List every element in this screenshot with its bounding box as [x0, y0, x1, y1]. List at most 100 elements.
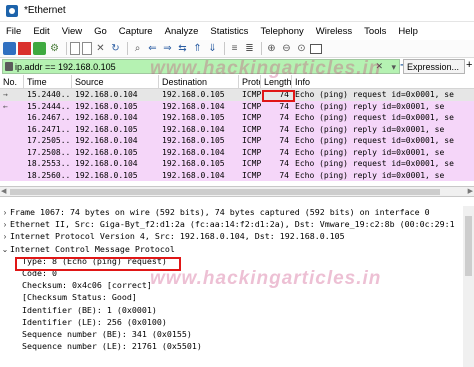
menu-help[interactable]: Help: [392, 26, 424, 37]
cell-protocol: ICMP: [242, 159, 261, 169]
go-back-icon[interactable]: ⇐: [146, 42, 159, 55]
column-header-no[interactable]: No.: [0, 75, 24, 89]
detail-icmp-seq-le[interactable]: Sequence number (LE): 21761 (0x5501): [0, 340, 474, 352]
details-vertical-scrollbar[interactable]: [463, 206, 474, 367]
cell-info: Echo (ping) request id=0x0001, se: [295, 113, 454, 123]
cell-length: 74: [279, 147, 289, 157]
normal-size-icon[interactable]: ⊙: [295, 42, 308, 55]
packet-row[interactable]: 18.2553... 192.168.0.104 192.168.0.105 I…: [0, 158, 474, 170]
bookmark-icon[interactable]: [5, 62, 13, 71]
packet-row[interactable]: → 15.2440... 192.168.0.104 192.168.0.105…: [0, 89, 474, 101]
cell-source: 192.168.0.105: [75, 170, 138, 180]
cell-destination: 192.168.0.104: [162, 147, 225, 157]
cell-protocol: ICMP: [242, 147, 261, 157]
column-header-source[interactable]: Source: [72, 75, 159, 89]
cell-protocol: ICMP: [242, 136, 261, 146]
scroll-thumb[interactable]: [10, 189, 440, 195]
detail-icmp-seq-be[interactable]: Sequence number (BE): 341 (0x0155): [0, 328, 474, 340]
menu-statistics[interactable]: Statistics: [204, 26, 254, 37]
scroll-right-icon[interactable]: ▶: [468, 187, 473, 195]
packet-row[interactable]: 16.2467... 192.168.0.104 192.168.0.105 I…: [0, 112, 474, 124]
resize-columns-icon[interactable]: [310, 43, 322, 54]
cell-destination: 192.168.0.105: [162, 159, 225, 169]
watermark: www.hackingarticles.in: [150, 58, 382, 79]
cell-length: 74: [279, 159, 289, 169]
close-file-icon[interactable]: ✕: [94, 42, 107, 55]
expand-arrow-icon[interactable]: ›: [0, 231, 10, 243]
toolbar-separator: [224, 42, 225, 55]
cell-source: 192.168.0.105: [75, 147, 138, 157]
detail-ipv4[interactable]: › Internet Protocol Version 4, Src: 192.1…: [0, 230, 474, 242]
filter-text[interactable]: ip.addr == 192.168.0.105: [15, 62, 116, 72]
watermark: www.hackingarticles.in: [150, 268, 382, 289]
go-forward-icon[interactable]: ⇒: [161, 42, 174, 55]
save-file-icon[interactable]: [82, 42, 92, 55]
expression-button[interactable]: Expression...: [403, 59, 465, 74]
detail-icmp-identifier-le[interactable]: Identifier (LE): 256 (0x0100): [0, 316, 474, 328]
detail-icmp-identifier-be[interactable]: Identifier (BE): 1 (0x0001): [0, 304, 474, 316]
window-title: *Ethernet: [24, 5, 66, 16]
cell-length: 74: [279, 170, 289, 180]
cell-protocol: ICMP: [242, 113, 261, 123]
packet-list-horizontal-scrollbar[interactable]: ◀ ▶: [0, 187, 474, 197]
zoom-in-icon[interactable]: ⊕: [265, 42, 278, 55]
cell-source: 192.168.0.104: [75, 136, 138, 146]
restart-capture-icon[interactable]: [33, 42, 46, 55]
detail-frame[interactable]: › Frame 1067: 74 bytes on wire (592 bits)…: [0, 206, 474, 218]
cell-destination: 192.168.0.105: [162, 113, 225, 123]
detail-icmp-checksum-status[interactable]: [Checksum Status: Good]: [0, 291, 474, 303]
toolbar-separator: [127, 42, 128, 55]
menu-file[interactable]: File: [0, 26, 27, 37]
detail-text: Frame 1067: 74 bytes on wire (592 bits),…: [10, 207, 430, 217]
menu-go[interactable]: Go: [88, 26, 113, 37]
first-packet-icon[interactable]: ⇑: [191, 42, 204, 55]
autoscroll-icon[interactable]: ≡: [228, 42, 241, 55]
add-filter-button[interactable]: +: [466, 59, 472, 71]
packet-list: No. Time Source Destination Proto Length…: [0, 75, 474, 187]
cell-protocol: ICMP: [242, 124, 261, 134]
go-to-packet-icon[interactable]: ⇆: [176, 42, 189, 55]
cell-time: 18.2560...: [27, 170, 72, 180]
packet-row[interactable]: ← 15.2444... 192.168.0.105 192.168.0.104…: [0, 100, 474, 112]
open-file-icon[interactable]: [70, 42, 80, 55]
cell-time: 16.2471...: [27, 124, 72, 134]
menu-edit[interactable]: Edit: [27, 26, 55, 37]
cell-source: 192.168.0.104: [75, 159, 138, 169]
cell-info: Echo (ping) reply id=0x0001, se: [295, 170, 445, 180]
menu-analyze[interactable]: Analyze: [159, 26, 205, 37]
start-capture-icon[interactable]: [3, 42, 16, 55]
last-packet-icon[interactable]: ⇓: [206, 42, 219, 55]
cell-source: 192.168.0.105: [75, 124, 138, 134]
detail-text: Internet Control Message Protocol: [10, 243, 175, 254]
capture-options-icon[interactable]: ⚙: [48, 42, 61, 55]
wireshark-icon: [6, 4, 18, 17]
packet-row[interactable]: 17.2505... 192.168.0.104 192.168.0.105 I…: [0, 135, 474, 147]
find-packet-icon[interactable]: ⌕: [131, 42, 144, 55]
menu-capture[interactable]: Capture: [113, 26, 159, 37]
detail-icmp[interactable]: ⌄ Internet Control Message Protocol: [0, 243, 474, 255]
length-highlight-box: [262, 90, 295, 102]
cell-time: 16.2467...: [27, 113, 72, 123]
detail-ethernet[interactable]: › Ethernet II, Src: Giga-Byt_f2:d1:2a (fc…: [0, 218, 474, 230]
toolbar-separator: [261, 42, 262, 55]
cell-source: 192.168.0.105: [75, 101, 138, 111]
menu-wireless[interactable]: Wireless: [310, 26, 358, 37]
cell-time: 18.2553...: [27, 159, 72, 169]
stop-capture-icon[interactable]: [18, 42, 31, 55]
packet-row[interactable]: 18.2560... 192.168.0.105 192.168.0.104 I…: [0, 169, 474, 181]
packet-row[interactable]: 17.2508... 192.168.0.105 192.168.0.104 I…: [0, 146, 474, 158]
menu-tools[interactable]: Tools: [358, 26, 392, 37]
filter-dropdown-icon[interactable]: ▾: [391, 62, 396, 73]
cell-destination: 192.168.0.104: [162, 170, 225, 180]
scroll-thumb[interactable]: [465, 216, 472, 276]
colorize-icon[interactable]: ≣: [243, 42, 256, 55]
reload-icon[interactable]: ↻: [109, 42, 122, 55]
detail-text: Ethernet II, Src: Giga-Byt_f2:d1:2a (fc:…: [10, 219, 455, 230]
menu-view[interactable]: View: [56, 26, 88, 37]
scroll-left-icon[interactable]: ◀: [1, 187, 6, 195]
column-header-time[interactable]: Time: [24, 75, 72, 89]
packet-row[interactable]: 16.2471... 192.168.0.105 192.168.0.104 I…: [0, 123, 474, 135]
menu-telephony[interactable]: Telephony: [254, 26, 309, 37]
collapse-arrow-icon[interactable]: ⌄: [0, 244, 10, 256]
zoom-out-icon[interactable]: ⊖: [280, 42, 293, 55]
